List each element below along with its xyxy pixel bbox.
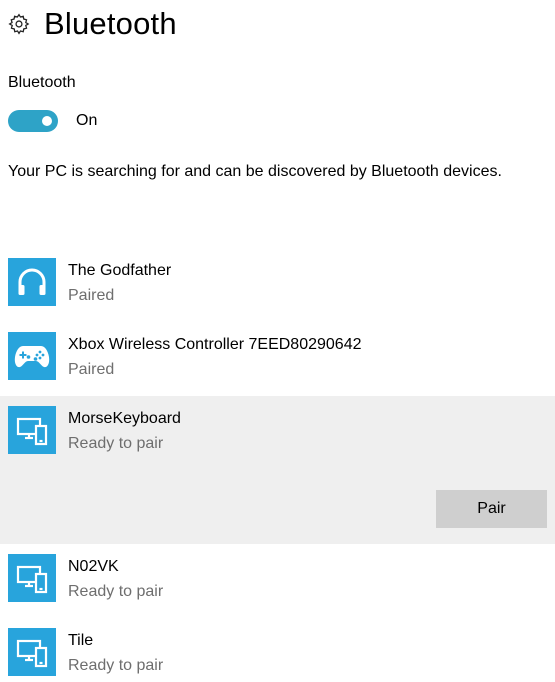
device-item-selected[interactable]: MorseKeyboard Ready to pair Pair — [0, 396, 555, 544]
pc-phone-icon — [8, 554, 56, 602]
bluetooth-toggle[interactable] — [8, 110, 58, 132]
gamepad-icon — [8, 332, 56, 380]
gear-icon — [8, 13, 30, 35]
device-item[interactable]: Xbox Wireless Controller 7EED80290642 Pa… — [0, 322, 555, 396]
discovery-description: Your PC is searching for and can be disc… — [8, 163, 502, 180]
device-name: Tile — [68, 632, 94, 649]
device-list: The Godfather Paired Xbox Wireless Contr… — [0, 248, 555, 682]
device-status: Ready to pair — [68, 583, 164, 600]
pc-phone-icon — [8, 628, 56, 676]
toggle-state-label: On — [76, 112, 98, 129]
device-name: N02VK — [68, 558, 119, 575]
device-item[interactable]: The Godfather Paired — [0, 248, 555, 322]
device-name: MorseKeyboard — [68, 410, 181, 427]
device-name: The Godfather — [68, 262, 172, 279]
device-name: Xbox Wireless Controller 7EED80290642 — [68, 336, 362, 353]
pair-button[interactable]: Pair — [436, 490, 547, 528]
device-item[interactable]: Tile Ready to pair — [0, 618, 555, 682]
device-status: Ready to pair — [68, 435, 164, 452]
page-title: Bluetooth — [44, 6, 177, 41]
bluetooth-section-label: Bluetooth — [8, 74, 76, 91]
device-status: Paired — [68, 361, 115, 378]
page-header: Bluetooth — [8, 4, 177, 44]
bluetooth-settings-page: Bluetooth Bluetooth On Your PC is search… — [0, 0, 555, 682]
device-status: Ready to pair — [68, 657, 164, 674]
pc-phone-icon — [8, 406, 56, 454]
toggle-knob — [42, 116, 52, 126]
device-status: Paired — [68, 287, 115, 304]
headphones-icon — [8, 258, 56, 306]
device-item[interactable]: N02VK Ready to pair — [0, 544, 555, 618]
bluetooth-toggle-row: On — [8, 110, 97, 132]
